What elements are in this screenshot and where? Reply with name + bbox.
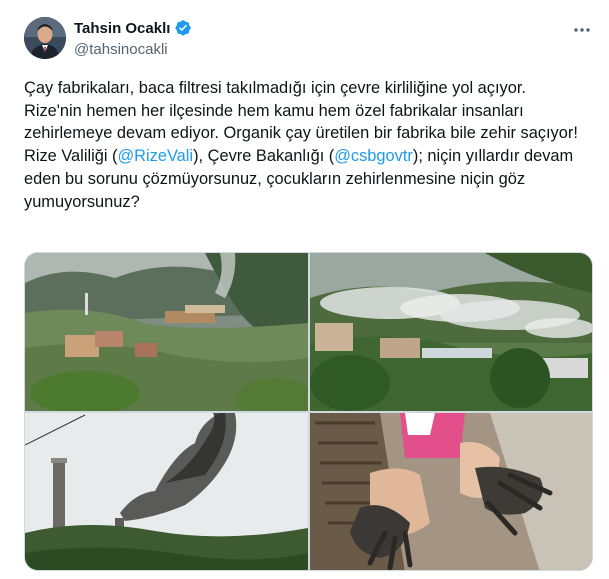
more-options-icon[interactable]	[572, 20, 592, 40]
tweet-text: Çay fabrikaları, baca filtresi takılmadı…	[24, 77, 592, 213]
photo-chimney-black-smoke[interactable]	[25, 413, 308, 570]
mention-link[interactable]: @csbgovtr	[334, 147, 413, 165]
tweet-card: Tahsin Ocaklı @tahsinocakli Çay fabrikal…	[0, 0, 609, 579]
name-row: Tahsin Ocaklı	[74, 18, 192, 38]
avatar[interactable]	[24, 17, 66, 59]
author-handle[interactable]: @tahsinocakli	[74, 40, 192, 60]
media-grid	[24, 252, 593, 571]
tweet-text-segment: ), Çevre Bakanlığı (	[193, 147, 335, 166]
photo-valley-factory-smoke[interactable]	[25, 253, 308, 411]
mention-link[interactable]: @RizeVali	[118, 147, 194, 165]
photo-white-smoke-hillside[interactable]	[310, 253, 592, 411]
author-block: Tahsin Ocaklı @tahsinocakli	[74, 18, 192, 60]
photo-child-soot-hands[interactable]	[310, 413, 592, 570]
verified-badge-icon	[174, 19, 192, 37]
author-display-name[interactable]: Tahsin Ocaklı	[74, 20, 170, 37]
